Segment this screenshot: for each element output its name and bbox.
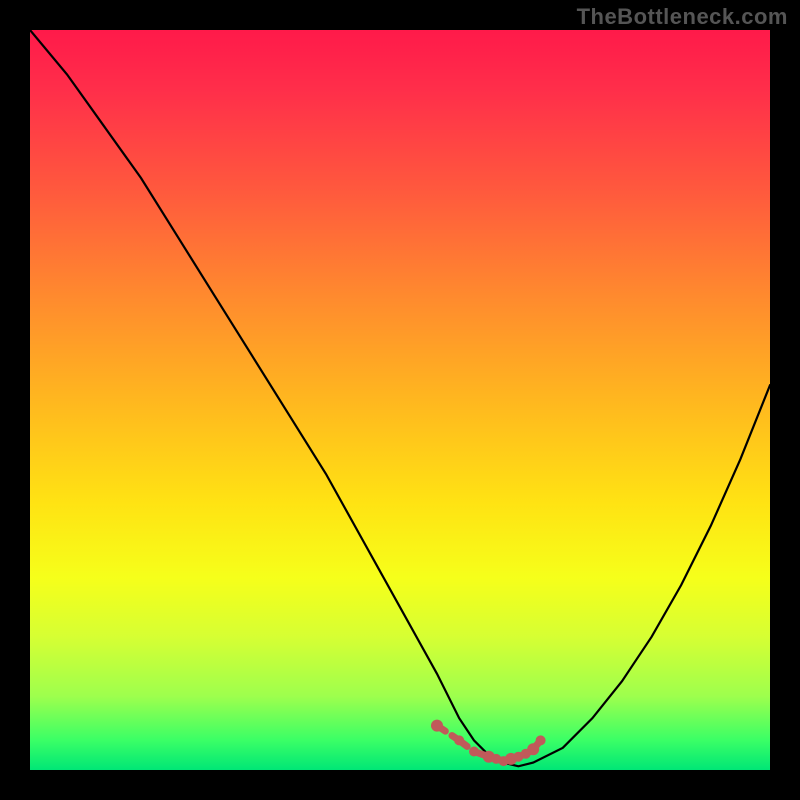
chart-markers	[431, 720, 546, 767]
marker-dot	[527, 743, 539, 755]
marker-dot	[454, 735, 464, 745]
marker-dot	[431, 720, 443, 732]
marker-dot	[536, 735, 546, 745]
marker-dot	[469, 747, 479, 757]
chart-frame: TheBottleneck.com	[0, 0, 800, 800]
chart-curve	[30, 30, 770, 766]
watermark-text: TheBottleneck.com	[577, 4, 788, 30]
chart-svg	[30, 30, 770, 770]
plot-area	[30, 30, 770, 770]
